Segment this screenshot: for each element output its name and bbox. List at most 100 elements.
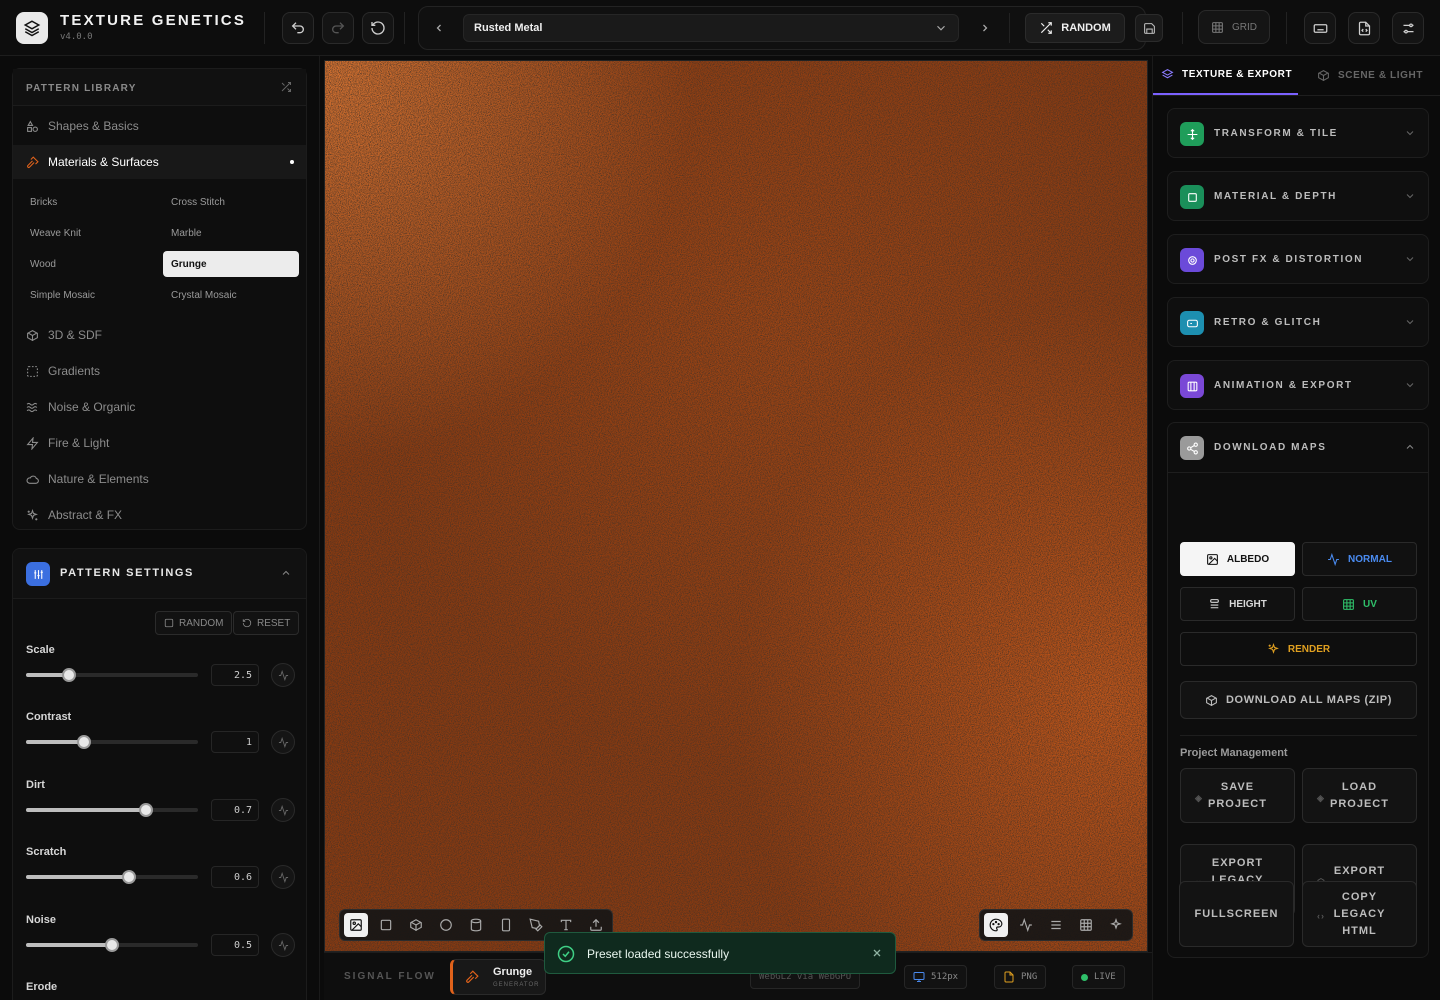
material-simple-mosaic[interactable]: Simple Mosaic (22, 282, 158, 308)
shapes-icon (27, 120, 38, 132)
modulate-button[interactable] (271, 933, 295, 957)
close-icon[interactable] (871, 947, 883, 959)
section-retro-glitch[interactable]: RETRO & GLITCH (1167, 297, 1429, 347)
category-3d-sdf[interactable]: 3D & SDF (13, 318, 306, 352)
material-grunge[interactable]: Grunge (163, 251, 299, 277)
cube-view-button[interactable] (404, 913, 428, 937)
param-value-input[interactable]: 0.5 (211, 934, 259, 956)
modulate-button[interactable] (271, 663, 295, 687)
settings-header[interactable]: PATTERN SETTINGS (13, 549, 306, 599)
download-maps-header[interactable]: DOWNLOAD MAPS (1168, 423, 1428, 473)
copy-legacy-html-button[interactable]: ‹› COPY LEGACY HTML (1302, 881, 1417, 947)
height-map-download-button[interactable]: HEIGHT (1180, 587, 1295, 621)
random-params-button[interactable]: RANDOM (155, 611, 233, 635)
next-preset-button[interactable] (977, 20, 993, 36)
library-title: PATTERN LIBRARY (26, 83, 137, 94)
albedo-map-button[interactable]: ALBEDO (1180, 542, 1295, 576)
material-bricks[interactable]: Bricks (22, 189, 158, 215)
material-cross-stitch[interactable]: Cross Stitch (163, 189, 299, 215)
material-weave-knit[interactable]: Weave Knit (22, 220, 158, 246)
category-gradients[interactable]: Gradients (13, 354, 306, 388)
category-fire-light[interactable]: Fire & Light (13, 426, 306, 460)
device-view-button[interactable] (494, 913, 518, 937)
random-preset-button[interactable]: RANDOM (1025, 13, 1125, 43)
sphere-view-button[interactable] (434, 913, 458, 937)
category-nature-elements[interactable]: Nature & Elements (13, 462, 306, 496)
tab-texture-export[interactable]: TEXTURE & EXPORT (1153, 56, 1299, 95)
section-post-fx-distortion[interactable]: POST FX & DISTORTION (1167, 234, 1429, 284)
keyboard-shortcuts-button[interactable] (1304, 12, 1336, 44)
slider-knob[interactable] (77, 735, 92, 749)
prev-preset-button[interactable] (431, 20, 447, 36)
param-slider[interactable] (26, 803, 198, 817)
height-map-button[interactable] (1044, 913, 1068, 937)
grid-toggle-button[interactable]: GRID (1198, 10, 1270, 44)
param-value-input[interactable]: 1 (211, 731, 259, 753)
image-view-button[interactable] (344, 913, 368, 937)
resolution-chip[interactable]: 512px (904, 965, 968, 989)
download-all-maps-button[interactable]: DOWNLOAD ALL MAPS (ZIP) (1180, 681, 1417, 719)
slider-knob[interactable] (139, 803, 154, 817)
param-slider[interactable] (26, 938, 198, 952)
save-project-button[interactable]: ◈ SAVE PROJECT (1180, 768, 1295, 823)
modulate-button[interactable] (271, 798, 295, 822)
normal-map-download-button[interactable]: NORMAL (1302, 542, 1417, 576)
live-dot-icon (1081, 973, 1088, 981)
param-value-input[interactable]: 0.6 (211, 866, 259, 888)
uv-map-button[interactable] (1074, 913, 1098, 937)
preset-select[interactable]: Rusted Metal (463, 14, 959, 42)
cylinder-view-button[interactable] (464, 913, 488, 937)
material-marble[interactable]: Marble (163, 220, 299, 246)
section-material-depth[interactable]: MATERIAL & DEPTH (1167, 171, 1429, 221)
load-project-button[interactable]: ◈ LOAD PROJECT (1302, 768, 1417, 823)
slider-knob[interactable] (105, 938, 119, 952)
param-value-input[interactable]: 2.5 (211, 664, 259, 686)
code-file-button[interactable] (1348, 12, 1380, 44)
zap-icon (26, 436, 39, 450)
section-transform-tile[interactable]: TRANSFORM & TILE (1167, 108, 1429, 158)
material-wood[interactable]: Wood (22, 251, 158, 277)
slider-knob[interactable] (62, 668, 76, 682)
category-noise-organic[interactable]: Noise & Organic (13, 390, 306, 424)
section-title: POST FX & DISTORTION (1214, 254, 1364, 265)
fullscreen-button[interactable]: FULLSCREEN (1179, 881, 1294, 947)
generator-node[interactable]: Grunge GENERATOR (450, 959, 546, 995)
save-preset-button[interactable] (1135, 14, 1163, 42)
reset-view-button[interactable] (362, 12, 394, 44)
param-slider[interactable] (26, 870, 198, 884)
redo-button[interactable] (322, 12, 354, 44)
sliders-icon (26, 562, 50, 586)
format-chip[interactable]: PNG (994, 965, 1047, 989)
render-map-button[interactable] (1104, 913, 1128, 937)
tab-scene-light[interactable]: SCENE & LIGHT (1317, 56, 1423, 95)
uv-map-download-button[interactable]: UV (1302, 587, 1417, 621)
download-maps-title: DOWNLOAD MAPS (1214, 442, 1327, 453)
category-shapes-basics[interactable]: Shapes & Basics (13, 109, 306, 143)
texture-preview[interactable] (325, 61, 1147, 951)
render-download-button[interactable]: RENDER (1180, 632, 1417, 666)
category-abstract-fx[interactable]: Abstract & FX (13, 498, 306, 532)
material-crystal-mosaic[interactable]: Crystal Mosaic (163, 282, 299, 308)
signal-flow-label: SIGNAL FLOW (344, 971, 436, 982)
reset-params-button[interactable]: RESET (233, 611, 300, 635)
pattern-settings: PATTERN SETTINGS RANDOM RESET Scale 2.5 Co… (12, 548, 307, 1000)
color-map-button[interactable] (984, 913, 1008, 937)
section-animation-export[interactable]: ANIMATION & EXPORT (1167, 360, 1429, 410)
square-icon (380, 919, 392, 931)
plane-view-button[interactable] (374, 913, 398, 937)
settings-button[interactable] (1392, 12, 1424, 44)
modulate-button[interactable] (271, 730, 295, 754)
slider-knob[interactable] (122, 870, 137, 884)
layers-icon (1161, 69, 1174, 79)
layers-logo-icon[interactable] (16, 12, 48, 44)
preset-name: Rusted Metal (474, 22, 543, 34)
shuffle-icon[interactable] (280, 81, 292, 96)
normal-map-button[interactable] (1014, 913, 1038, 937)
undo-button[interactable] (282, 12, 314, 44)
param-slider[interactable] (26, 668, 198, 682)
section-title: ANIMATION & EXPORT (1214, 380, 1353, 391)
category-materials-surfaces[interactable]: Materials & Surfaces (13, 145, 306, 179)
modulate-button[interactable] (271, 865, 295, 889)
param-value-input[interactable]: 0.7 (211, 799, 259, 821)
param-slider[interactable] (26, 735, 198, 749)
